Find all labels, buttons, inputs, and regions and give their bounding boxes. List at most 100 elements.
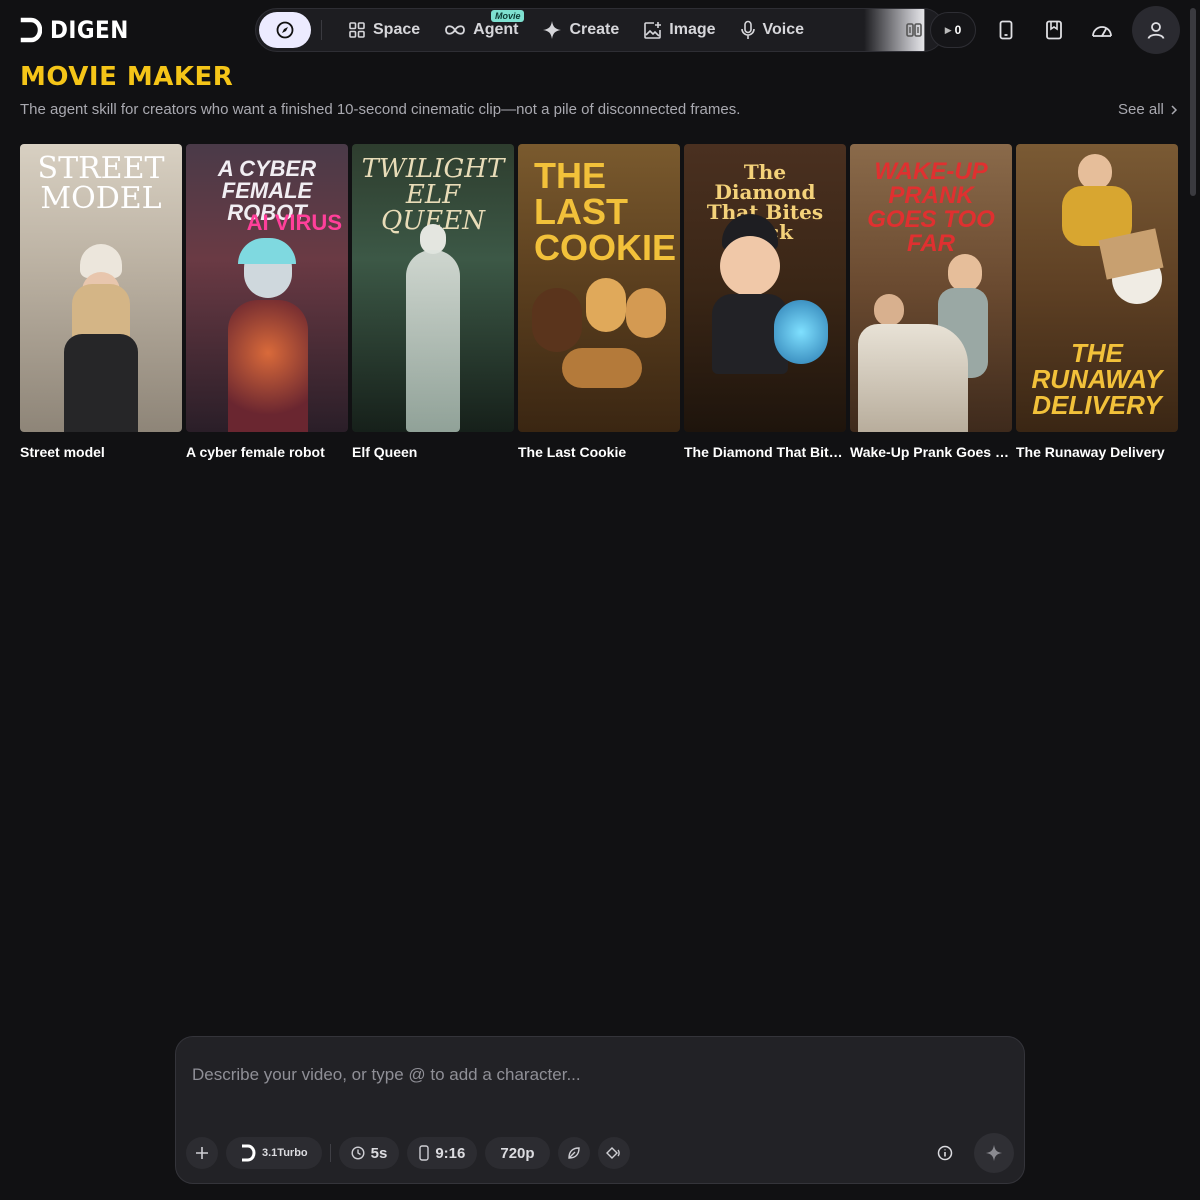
- image-edit-icon: [644, 21, 662, 39]
- nav-create-label: Create: [569, 21, 620, 38]
- credits-value: 0: [954, 23, 962, 37]
- poster-figure: [396, 224, 470, 432]
- play-arrow-icon: ▶: [944, 24, 952, 35]
- movie-card-cyber-robot[interactable]: A CYBER FEMALE ROBOT AI VIRUS A cyber fe…: [186, 144, 348, 460]
- card-title: Elf Queen: [352, 444, 418, 460]
- duration-label: 5s: [370, 1144, 388, 1162]
- mobile-app-button[interactable]: [994, 18, 1018, 42]
- poster-title-text: STREET MODEL: [37, 151, 165, 216]
- movie-cards-row: STREET MODEL Street model A CYBER FEMALE…: [20, 144, 1178, 460]
- poster-title-text: THE LAST COOKIE: [534, 155, 677, 268]
- poster-figure: [702, 214, 832, 414]
- poster-image[interactable]: A CYBER FEMALE ROBOT AI VIRUS: [186, 144, 348, 432]
- poster-figure: [532, 278, 668, 408]
- microphone-icon: [740, 20, 755, 39]
- nav-voice[interactable]: Voice: [728, 12, 817, 48]
- logo[interactable]: DIGEN: [20, 16, 138, 44]
- card-title: A cyber female robot: [186, 444, 325, 460]
- top-header: DIGEN Space Agent Movie Create Image Voi…: [0, 0, 1200, 60]
- info-icon: [937, 1145, 953, 1161]
- movie-card-street-model[interactable]: STREET MODEL Street model: [20, 144, 182, 460]
- poster-subtitle-text: AI VIRUS: [246, 210, 342, 235]
- poster-figure: [858, 254, 1004, 432]
- poster-title-text: WAKE-UP PRANK GOES TOO FAR: [867, 158, 995, 257]
- toolbar-divider: [329, 1144, 331, 1162]
- page-scrollbar[interactable]: [1188, 0, 1198, 1200]
- info-button[interactable]: [933, 1141, 957, 1165]
- scrollbar-thumb[interactable]: [1190, 8, 1196, 196]
- see-all-label: See all: [1118, 101, 1164, 118]
- poster-figure: [64, 244, 138, 432]
- effects-button[interactable]: [597, 1137, 630, 1169]
- card-title: The Runaway Delivery: [1016, 444, 1165, 460]
- sparkle-icon: [985, 1144, 1003, 1162]
- library-button[interactable]: [1042, 18, 1066, 42]
- movie-card-diamond[interactable]: The Diamond That Bites Back The Diamond …: [684, 144, 846, 460]
- leaf-icon: [567, 1147, 580, 1159]
- prompt-composer: 3.1Turbo 5s 9:16 720p: [175, 1036, 1025, 1184]
- model-selector[interactable]: 3.1Turbo: [226, 1137, 322, 1169]
- section-title: MOVIE MAKER: [20, 62, 234, 92]
- infinity-icon: [445, 25, 466, 35]
- card-title: The Last Cookie: [518, 444, 627, 460]
- style-button[interactable]: [557, 1137, 590, 1169]
- user-icon: [1147, 22, 1165, 39]
- card-title: Wake-Up Prank Goes Too Far: [850, 444, 1012, 460]
- see-all-link[interactable]: See all: [1118, 101, 1178, 118]
- sparkle-icon: [543, 21, 562, 39]
- nav-agent[interactable]: Agent Movie: [432, 10, 530, 48]
- nav-divider: [321, 20, 322, 40]
- resolution-selector[interactable]: 720p: [485, 1137, 550, 1169]
- logo-text: DIGEN: [50, 16, 129, 44]
- poster-image[interactable]: THE LAST COOKIE: [518, 144, 680, 432]
- portrait-frame-icon: [419, 1145, 430, 1161]
- movie-card-elf-queen[interactable]: TWILIGHT ELF QUEEN Elf Queen: [352, 144, 514, 460]
- compass-icon: [276, 21, 294, 39]
- poster-image[interactable]: The Diamond That Bites Back: [684, 144, 846, 432]
- digen-model-icon: [242, 1144, 256, 1162]
- poster-image[interactable]: TWILIGHT ELF QUEEN: [352, 144, 514, 432]
- nav-space-label: Space: [373, 21, 421, 38]
- nav-more-button[interactable]: [905, 15, 927, 45]
- prompt-input[interactable]: [192, 1055, 992, 1095]
- prompt-toolbar: 3.1Turbo 5s 9:16 720p: [186, 1137, 630, 1169]
- dashboard-button[interactable]: [1090, 18, 1114, 42]
- grid-icon: [349, 22, 365, 38]
- movie-card-runaway-delivery[interactable]: THE RUNAWAY DELIVERY The Runaway Deliver…: [1016, 144, 1178, 460]
- plus-icon: [196, 1147, 208, 1159]
- poster-title-text: THE RUNAWAY DELIVERY: [1031, 338, 1163, 420]
- columns-icon: [906, 23, 922, 37]
- speedometer-icon: [1092, 26, 1112, 37]
- movie-badge: Movie: [490, 10, 525, 22]
- bookmark-book-icon: [1046, 20, 1062, 40]
- logo-mark-icon: [20, 17, 42, 43]
- nav-space[interactable]: Space: [336, 12, 432, 48]
- nav-image-label: Image: [669, 21, 716, 38]
- main-nav: Space Agent Movie Create Image Voice: [255, 8, 945, 52]
- diamond-sound-icon: [605, 1147, 620, 1159]
- explore-button[interactable]: [259, 12, 311, 48]
- user-avatar-button[interactable]: [1132, 6, 1180, 54]
- nav-voice-label: Voice: [762, 21, 805, 38]
- movie-card-wake-up-prank[interactable]: WAKE-UP PRANK GOES TOO FAR Wake-Up Prank…: [850, 144, 1012, 460]
- aspect-ratio-label: 9:16: [435, 1144, 466, 1162]
- movie-card-last-cookie[interactable]: THE LAST COOKIE The Last Cookie: [518, 144, 680, 460]
- add-attachment-button[interactable]: [186, 1137, 218, 1169]
- poster-image[interactable]: WAKE-UP PRANK GOES TOO FAR: [850, 144, 1012, 432]
- aspect-ratio-selector[interactable]: 9:16: [407, 1137, 478, 1169]
- nav-image[interactable]: Image: [631, 12, 727, 48]
- card-title: The Diamond That Bites Back: [684, 444, 846, 460]
- model-label: 3.1Turbo: [262, 1147, 308, 1159]
- nav-create[interactable]: Create: [530, 12, 631, 48]
- nav-agent-label: Agent: [473, 21, 519, 38]
- poster-figure: [1042, 154, 1164, 324]
- poster-image[interactable]: STREET MODEL: [20, 144, 182, 432]
- poster-title-text: TWILIGHT ELF QUEEN: [361, 154, 505, 236]
- phone-icon: [999, 20, 1013, 40]
- generate-button[interactable]: [974, 1133, 1014, 1173]
- credits-counter[interactable]: ▶ 0: [930, 12, 976, 48]
- duration-selector[interactable]: 5s: [338, 1137, 400, 1169]
- poster-image[interactable]: THE RUNAWAY DELIVERY: [1016, 144, 1178, 432]
- chevron-right-icon: [1171, 104, 1177, 115]
- clock-icon: [351, 1146, 365, 1160]
